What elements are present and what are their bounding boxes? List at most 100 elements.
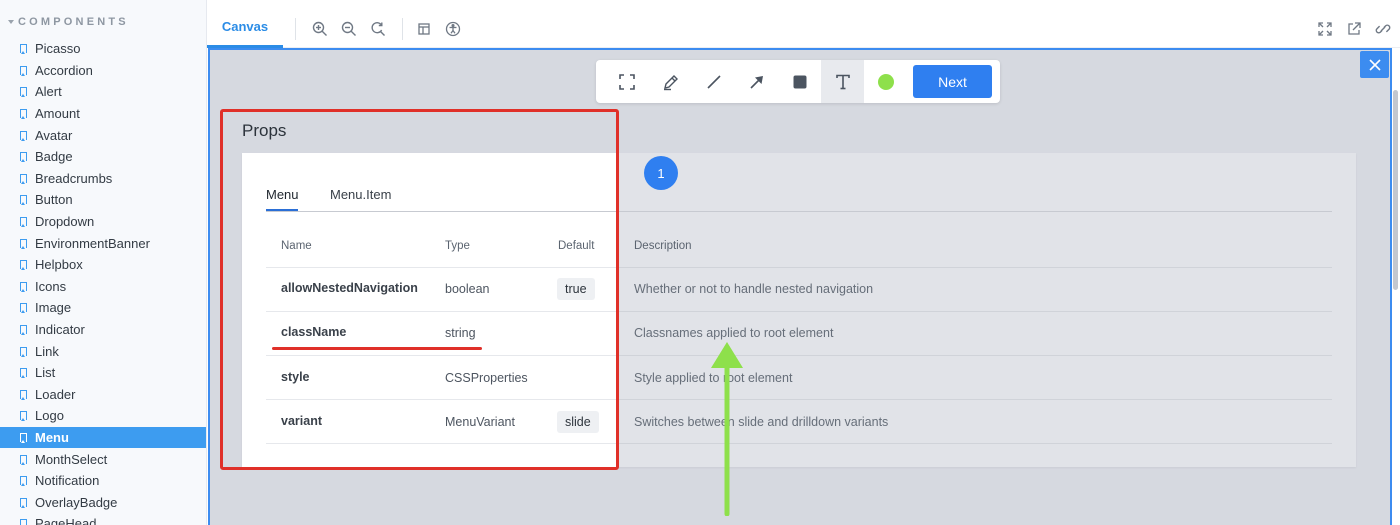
sidebar-item-label: Picasso [35,41,81,57]
sidebar-item-amount[interactable]: Amount [0,103,206,125]
next-button[interactable]: Next [913,65,992,98]
color-swatch[interactable] [864,60,907,103]
bookmark-icon [20,44,27,55]
sidebar-item-label: Badge [35,149,73,165]
bookmark-icon [20,476,27,487]
sidebar-item-menu[interactable]: Menu [0,426,206,449]
sidebar-item-breadcrumbs[interactable]: Breadcrumbs [0,168,206,190]
red-rectangle-annotation[interactable] [220,109,619,470]
sidebar-item-loader[interactable]: Loader [0,384,206,406]
bookmark-icon [20,238,27,249]
bookmark-icon [20,454,27,465]
sidebar-item-label: List [35,365,56,381]
arrow-icon[interactable] [735,60,778,103]
step-number-badge[interactable]: 1 [644,156,678,190]
sidebar-item-label: Breadcrumbs [35,170,113,186]
sidebar-item-alert[interactable]: Alert [0,81,206,103]
sidebar-item-monthselect[interactable]: MonthSelect [0,448,206,470]
reset-zoom-icon[interactable] [369,20,387,38]
components-section-title: COMPONENTS [18,16,129,28]
open-new-tab-icon[interactable] [1345,20,1363,38]
crop-icon[interactable] [605,60,648,103]
zoom-out-icon[interactable] [340,20,358,38]
bookmark-icon [20,65,27,76]
sidebar-item-label: Alert [35,84,62,100]
sidebar-item-button[interactable]: Button [0,189,206,211]
sidebar-item-label: Icons [35,278,67,294]
prop-description: Whether or not to handle nested navigati… [634,282,874,296]
sidebar-item-picasso[interactable]: Picasso [0,38,206,60]
sidebar-item-label: EnvironmentBanner [35,235,150,251]
sidebar-item-label: Accordion [35,62,93,78]
bookmark-icon [20,389,27,400]
sidebar-list: Picasso Accordion Alert Amount Avatar Ba… [0,38,206,525]
sidebar-item-label: Avatar [35,127,73,143]
bookmark-icon [20,87,27,98]
sidebar-item-label: Loader [35,386,76,402]
sidebar-item-icons[interactable]: Icons [0,276,206,298]
caret-down-icon [8,20,14,24]
sidebar-item-label: Logo [35,408,64,424]
bookmark-icon [20,497,27,508]
accessibility-icon[interactable] [444,20,462,38]
bookmark-icon [20,303,27,314]
sidebar: COMPONENTS Picasso Accordion Alert Amoun… [0,0,207,525]
sidebar-item-badge[interactable]: Badge [0,146,206,168]
zoom-in-icon[interactable] [311,20,329,38]
sidebar-item-list[interactable]: List [0,362,206,384]
sidebar-item-label: Amount [35,106,80,122]
sidebar-item-label: Indicator [35,322,85,338]
sidebar-item-overlaybadge[interactable]: OverlayBadge [0,491,206,513]
sidebar-item-pagehead[interactable]: PageHead [0,513,206,525]
sidebar-item-avatar[interactable]: Avatar [0,124,206,146]
bookmark-icon [20,109,27,120]
bookmark-icon [20,411,27,422]
close-button[interactable] [1360,51,1389,78]
components-section-header[interactable]: COMPONENTS [8,16,129,28]
sidebar-item-environmentbanner[interactable]: EnvironmentBanner [0,232,206,254]
rectangle-icon[interactable] [778,60,821,103]
bookmark-icon [20,195,27,206]
sidebar-item-label: Link [35,343,59,359]
prop-description: Switches between slide and drilldown var… [634,415,889,429]
sidebar-item-helpbox[interactable]: Helpbox [0,254,206,276]
bookmark-icon [20,519,27,525]
bookmark-icon [20,152,27,163]
sidebar-item-label: PageHead [35,516,97,525]
toolbar-divider [402,18,403,40]
line-icon[interactable] [692,60,735,103]
annotation-toolbar: Next [596,60,1000,103]
bookmark-icon [20,173,27,184]
vertical-scrollbar[interactable] [1393,90,1398,290]
red-underline-annotation[interactable] [272,347,482,350]
sidebar-item-logo[interactable]: Logo [0,405,206,427]
bookmark-icon [20,432,27,443]
top-toolbar: Canvas [207,8,1400,48]
green-arrow-annotation[interactable] [700,338,754,516]
bookmark-icon [20,325,27,336]
bookmark-icon [20,368,27,379]
pencil-icon[interactable] [649,60,692,103]
bookmark-icon [20,260,27,271]
sidebar-item-accordion[interactable]: Accordion [0,60,206,82]
text-icon[interactable] [821,60,864,103]
fullscreen-icon[interactable] [1316,20,1334,38]
sidebar-item-label: Notification [35,473,100,489]
bookmark-icon [20,130,27,141]
toolbar-divider [295,18,296,40]
sidebar-item-indicator[interactable]: Indicator [0,319,206,341]
close-icon [1368,58,1381,71]
sidebar-item-link[interactable]: Link [0,340,206,362]
sidebar-item-dropdown[interactable]: Dropdown [0,211,206,233]
sidebar-item-label: Helpbox [35,257,83,273]
bookmark-icon [20,217,27,228]
sidebar-item-label: OverlayBadge [35,494,118,510]
bookmark-icon [20,346,27,357]
sidebar-item-label: MonthSelect [35,451,108,467]
tab-canvas[interactable]: Canvas [207,8,283,48]
grid-icon[interactable] [415,20,433,38]
bookmark-icon [20,281,27,292]
copy-link-icon[interactable] [1374,20,1392,38]
sidebar-item-image[interactable]: Image [0,297,206,319]
sidebar-item-notification[interactable]: Notification [0,470,206,492]
